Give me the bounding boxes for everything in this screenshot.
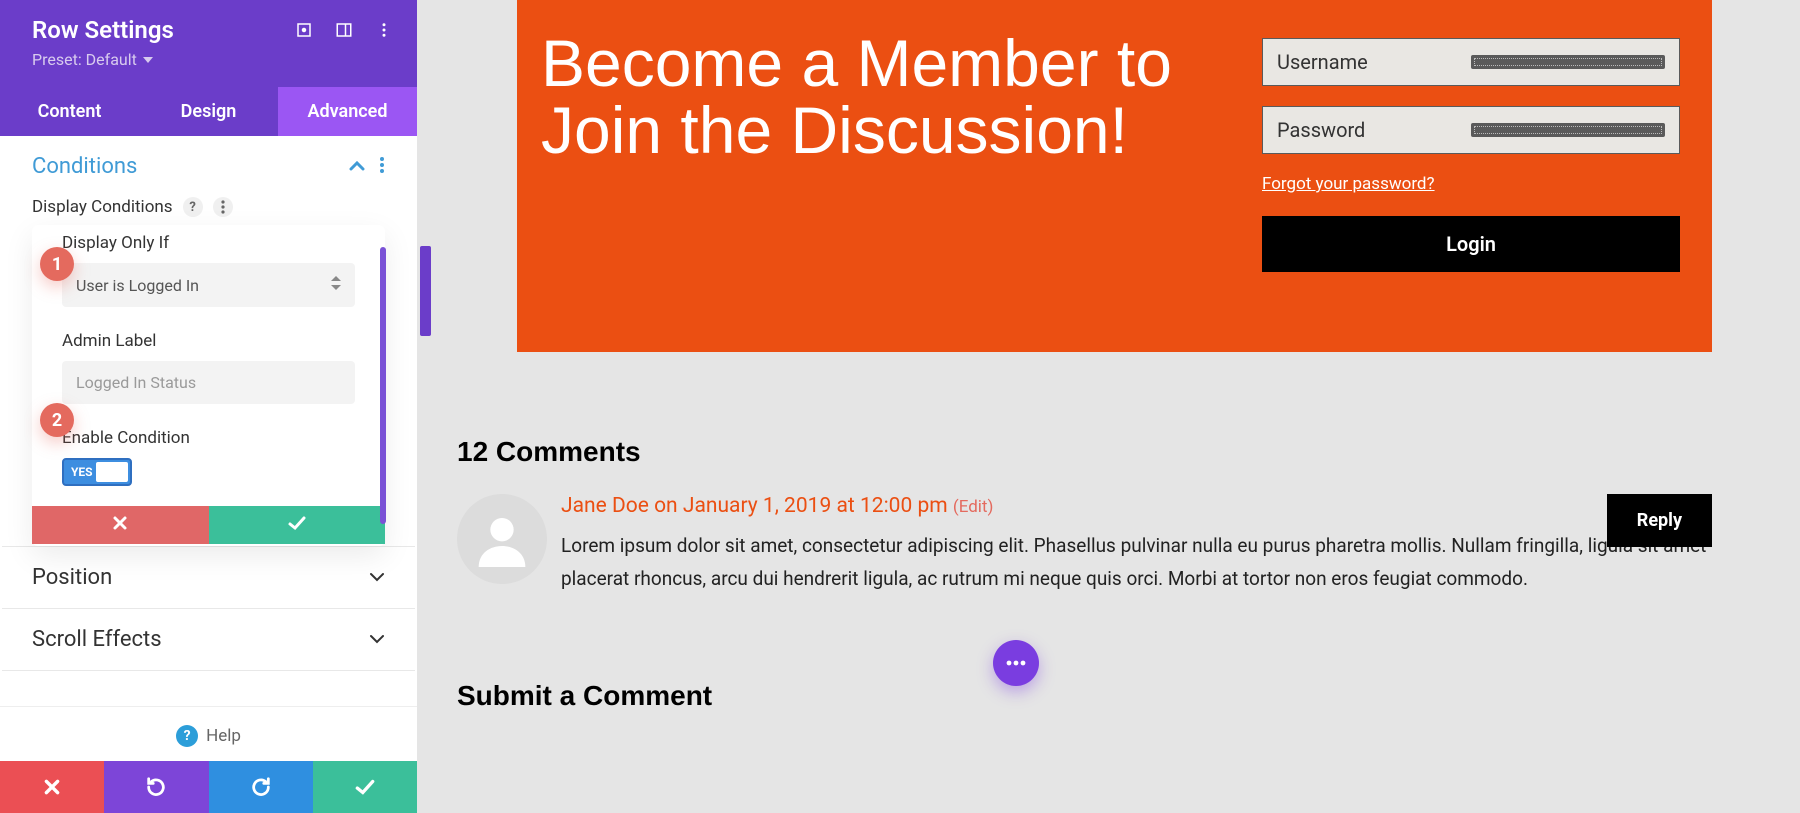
tab-content[interactable]: Content xyxy=(0,87,139,136)
settings-panel: Row Settings Preset: Default Content Des… xyxy=(0,0,417,813)
field-more-icon[interactable] xyxy=(213,197,233,217)
chevron-up-icon xyxy=(349,157,365,176)
login-button[interactable]: Login xyxy=(1262,216,1680,272)
chevron-down-icon xyxy=(369,630,385,649)
card-accent xyxy=(380,247,386,524)
help-icon: ? xyxy=(176,725,198,747)
comments-heading: 12 Comments xyxy=(457,436,1712,468)
username-input[interactable]: Username xyxy=(1262,38,1680,86)
card-cancel-button[interactable] xyxy=(32,506,209,544)
card-confirm-button[interactable] xyxy=(209,506,386,544)
login-form: Username Password Forgot your password? … xyxy=(1262,0,1712,352)
display-only-if-label: Display Only If xyxy=(62,233,355,253)
admin-label-label: Admin Label xyxy=(62,331,355,351)
select-value: User is Logged In xyxy=(76,276,199,295)
select-chevron-icon xyxy=(331,275,341,295)
builder-fab[interactable] xyxy=(993,640,1039,686)
admin-label-value: Logged In Status xyxy=(76,373,196,392)
admin-label-input[interactable]: Logged In Status xyxy=(62,361,355,404)
card-actions xyxy=(32,506,385,544)
preset-selector[interactable]: Preset: Default xyxy=(32,50,393,69)
footer-save-button[interactable] xyxy=(313,761,417,813)
toggle-value: YES xyxy=(71,465,93,479)
step-badge-1: 1 xyxy=(40,247,74,281)
display-only-if-select[interactable]: User is Logged In xyxy=(62,263,355,307)
comment-author[interactable]: Jane Doe xyxy=(561,494,649,518)
panel-tabs: Content Design Advanced xyxy=(0,87,417,136)
panel-body: Conditions Display Conditions ? xyxy=(0,136,417,706)
section-title: Position xyxy=(32,565,369,590)
hero-section: Become a Member to Join the Discussion! … xyxy=(517,0,1712,352)
forgot-password-link[interactable]: Forgot your password? xyxy=(1262,174,1435,194)
section-conditions-header[interactable]: Conditions xyxy=(0,136,417,197)
submit-comment-heading: Submit a Comment xyxy=(457,680,712,712)
hero-title: Become a Member to Join the Discussion! xyxy=(541,30,1262,165)
dock-icon[interactable] xyxy=(335,21,353,39)
footer-redo-button[interactable] xyxy=(209,761,313,813)
username-placeholder: Username xyxy=(1277,50,1471,74)
section-title: Conditions xyxy=(32,154,349,179)
chevron-down-icon xyxy=(369,568,385,587)
avatar xyxy=(457,494,547,584)
comment-item: Jane Doe on January 1, 2019 at 12:00 pm … xyxy=(457,494,1712,595)
tab-advanced[interactable]: Advanced xyxy=(278,87,417,136)
panel-header: Row Settings Preset: Default xyxy=(0,0,417,87)
reply-button[interactable]: Reply xyxy=(1607,494,1712,547)
preset-label: Preset: Default xyxy=(32,50,137,69)
comments-section: 12 Comments Jane Doe on January 1, 2019 … xyxy=(457,436,1712,595)
password-input[interactable]: Password xyxy=(1262,106,1680,154)
field-icon xyxy=(1471,55,1665,69)
display-conditions-row: Display Conditions ? xyxy=(32,197,385,217)
conditions-body: Display Conditions ? Display Only If Use… xyxy=(0,197,417,546)
step-badge-2: 2 xyxy=(40,403,74,437)
field-icon xyxy=(1471,123,1665,137)
comment-text: Lorem ipsum dolor sit amet, consectetur … xyxy=(561,530,1712,595)
display-conditions-label: Display Conditions xyxy=(32,197,173,217)
footer-undo-button[interactable] xyxy=(104,761,208,813)
fullscreen-icon[interactable] xyxy=(295,21,313,39)
section-more-icon[interactable] xyxy=(379,156,385,178)
section-scroll-effects-header[interactable]: Scroll Effects xyxy=(0,609,417,670)
footer-actions xyxy=(0,761,417,813)
builder-handle[interactable] xyxy=(420,246,431,336)
panel-title: Row Settings xyxy=(32,16,295,44)
enable-condition-toggle[interactable]: YES xyxy=(62,458,132,486)
help-link[interactable]: ? Help xyxy=(0,706,417,761)
more-icon[interactable] xyxy=(375,21,393,39)
condition-card: Display Only If User is Logged In Admin … xyxy=(32,225,385,546)
section-position-header[interactable]: Position xyxy=(0,547,417,608)
tab-design[interactable]: Design xyxy=(139,87,278,136)
password-placeholder: Password xyxy=(1277,118,1471,142)
page-preview: Become a Member to Join the Discussion! … xyxy=(417,0,1800,813)
comment-meta-rest: on January 1, 2019 at 12:00 pm xyxy=(649,494,953,518)
comment-edit-link[interactable]: (Edit) xyxy=(953,497,994,517)
comment-meta: Jane Doe on January 1, 2019 at 12:00 pm … xyxy=(561,494,1712,518)
enable-condition-label: Enable Condition xyxy=(62,428,355,448)
help-icon[interactable]: ? xyxy=(183,197,203,217)
footer-cancel-button[interactable] xyxy=(0,761,104,813)
toggle-knob xyxy=(96,462,128,482)
help-label: Help xyxy=(206,726,241,746)
section-title: Scroll Effects xyxy=(32,627,369,652)
